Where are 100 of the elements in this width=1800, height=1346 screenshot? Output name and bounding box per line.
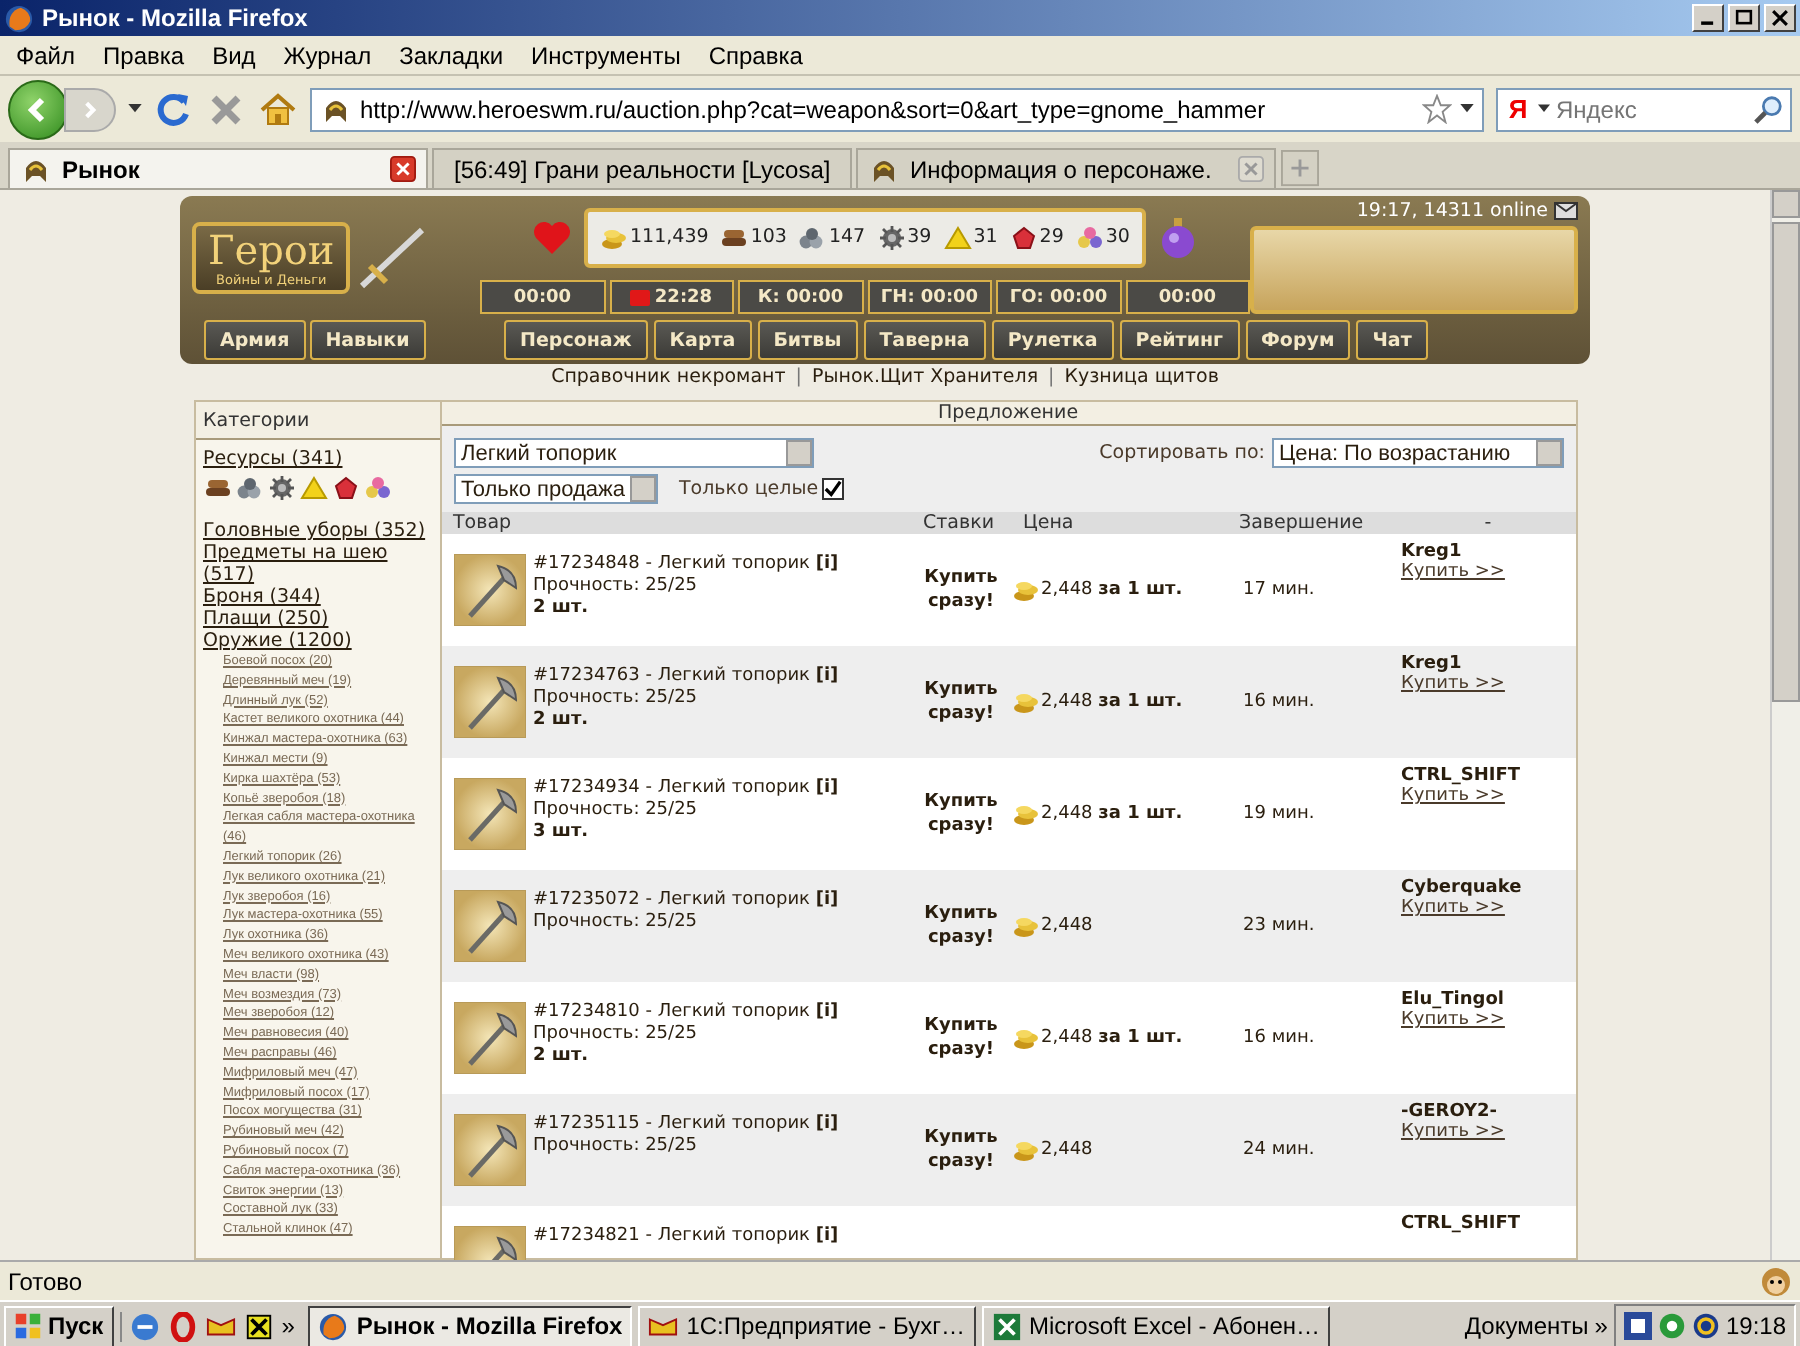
category-link[interactable]: Ресурсы (341)	[203, 448, 431, 470]
buy-link[interactable]: Купить >>	[1401, 562, 1575, 582]
axe-icon[interactable]	[453, 554, 525, 626]
seller-name[interactable]: CTRL_SHIFT	[1401, 766, 1575, 786]
menu-item[interactable]: Журнал	[283, 41, 372, 69]
back-button[interactable]	[8, 79, 68, 139]
maximize-icon[interactable]	[1728, 4, 1760, 32]
menu-item[interactable]: Закладки	[399, 41, 504, 69]
taskbar-button[interactable]: Рынок - Mozilla Firefox	[308, 1305, 633, 1346]
nav-button[interactable]: Карта	[653, 320, 752, 360]
category-link[interactable]: Предметы на шею (517)	[203, 542, 431, 586]
sale-select[interactable]: Только продажа	[453, 474, 659, 504]
dropdown-arrow-icon[interactable]	[1460, 104, 1474, 114]
search-icon[interactable]	[1754, 94, 1784, 124]
seller-name[interactable]: Kreg1	[1401, 654, 1575, 674]
seller-name[interactable]: Cyberquake	[1401, 878, 1575, 898]
search-engine-logo[interactable]: Я	[1504, 94, 1532, 124]
browser-tab[interactable]: Рынок	[8, 148, 428, 188]
search-box[interactable]: Я Яндекс	[1496, 87, 1792, 131]
sort-select[interactable]: Цена: По возрастанию	[1271, 438, 1563, 468]
reload-icon[interactable]	[154, 89, 194, 129]
coins-icon	[1011, 690, 1039, 714]
checkbox[interactable]	[822, 478, 845, 500]
seller-name[interactable]: -GEROY2-	[1401, 1102, 1575, 1122]
item-title[interactable]: #17234934 - Легкий топорик [i]	[533, 778, 839, 800]
time-left: 16 мин.	[1241, 692, 1317, 712]
scrollbar[interactable]	[1770, 190, 1800, 1260]
dropdown-arrow-icon[interactable]	[1538, 104, 1550, 114]
address-field[interactable]: http://www.heroeswm.ru/auction.php?cat=weapon&sort=0&art_type=gnome_hammer	[310, 87, 1484, 131]
nav-button[interactable]: Чат	[1356, 320, 1428, 360]
monkey-face-icon[interactable]	[1760, 1265, 1792, 1297]
envelope-icon[interactable]	[1554, 202, 1578, 220]
category-link[interactable]: Головные уборы (352)	[203, 520, 431, 542]
timer: 00:00	[480, 280, 605, 314]
close-icon[interactable]	[1764, 4, 1796, 32]
coins-icon	[600, 225, 629, 249]
item-title[interactable]: #17234821 - Легкий топорик [i]	[533, 1226, 839, 1248]
axe-icon[interactable]	[453, 1002, 525, 1074]
seller-name[interactable]: CTRL_SHIFT	[1401, 1214, 1575, 1234]
nav-button[interactable]: Форум	[1245, 320, 1351, 360]
language-icon[interactable]	[1623, 1312, 1652, 1340]
nav-button[interactable]: Навыки	[309, 320, 426, 360]
tray-app-icon[interactable]	[1691, 1312, 1720, 1340]
nav-button[interactable]: Рейтинг	[1119, 320, 1240, 360]
browser-icon[interactable]	[129, 1311, 160, 1341]
nav-button[interactable]: Персонаж	[504, 320, 648, 360]
nav-button[interactable]: Рулетка	[991, 320, 1114, 360]
nav-button[interactable]: Битвы	[757, 320, 858, 360]
axe-icon[interactable]	[453, 1114, 525, 1186]
opera-icon[interactable]	[167, 1311, 198, 1341]
more-chevron[interactable]: »	[1594, 1312, 1608, 1340]
more-chevron[interactable]: »	[281, 1312, 295, 1340]
axe-icon[interactable]	[453, 778, 525, 850]
browser-tab[interactable]: [56:49] Грани реальности [Lycosa]	[432, 148, 852, 188]
buy-link[interactable]: Купить >>	[1401, 1010, 1575, 1030]
page-link[interactable]: Кузница щитов	[1064, 366, 1219, 388]
buy-link[interactable]: Купить >>	[1401, 786, 1575, 806]
category-link[interactable]: Плащи (250)	[203, 608, 431, 630]
item-title[interactable]: #17234848 - Легкий топорик [i]	[533, 554, 839, 576]
item-title[interactable]: #17235115 - Легкий топорик [i]	[533, 1114, 839, 1136]
potion-icon[interactable]	[1157, 215, 1198, 259]
menu-item[interactable]: Инструменты	[531, 41, 681, 69]
menu-item[interactable]: Правка	[103, 41, 185, 69]
home-icon[interactable]	[258, 89, 298, 129]
axe-icon[interactable]	[453, 890, 525, 962]
buy-now-label: Купить сразу!	[922, 566, 1000, 614]
item-title[interactable]: #17234810 - Легкий топорик [i]	[533, 1002, 839, 1024]
nav-button[interactable]: Армия	[204, 320, 306, 360]
category-link[interactable]: Броня (344)	[203, 586, 431, 608]
page-link[interactable]: Справочник некромант	[551, 366, 786, 388]
item-title[interactable]: #17234763 - Легкий топорик [i]	[533, 666, 839, 688]
spreadsheet-icon	[991, 1311, 1022, 1341]
start-button[interactable]: Пуск	[4, 1305, 114, 1346]
buy-link[interactable]: Купить >>	[1401, 898, 1575, 918]
item-select[interactable]: Легкий топорик	[453, 438, 813, 468]
menu-item[interactable]: Файл	[16, 41, 76, 69]
item-price: 2,448	[1041, 916, 1093, 936]
timer: 00:00	[1125, 280, 1250, 314]
axe-icon[interactable]	[453, 666, 525, 738]
taskbar-button[interactable]: 1С:Предприятие - Бухг…	[638, 1305, 976, 1346]
minimize-icon[interactable]	[1692, 4, 1724, 32]
star-icon[interactable]	[1422, 94, 1452, 124]
seller-name[interactable]: Kreg1	[1401, 542, 1575, 562]
seller-name[interactable]: Elu_Tingol	[1401, 990, 1575, 1010]
menu-item[interactable]: Справка	[708, 41, 803, 69]
taskbar-button[interactable]: Microsoft Excel - Абонен…	[981, 1305, 1331, 1346]
app-icon[interactable]	[243, 1311, 274, 1341]
buy-link[interactable]: Купить >>	[1401, 1122, 1575, 1142]
item-title[interactable]: #17235072 - Легкий топорик [i]	[533, 890, 839, 912]
menu-item[interactable]: Вид	[212, 41, 256, 69]
tray-app-icon[interactable]	[1657, 1312, 1686, 1340]
page-link[interactable]: Рынок.Щит Хранителя	[812, 366, 1039, 388]
crystal-icon	[331, 476, 359, 500]
nav-button[interactable]: Таверна	[863, 320, 986, 360]
browser-tab[interactable]: Информация о персонаже.	[856, 148, 1276, 188]
toolbar-label[interactable]: Документы	[1464, 1312, 1589, 1340]
close-tab-icon[interactable]	[390, 156, 416, 182]
dropdown-arrow-icon[interactable]	[128, 104, 142, 114]
category-link[interactable]: Оружие (1200)	[203, 630, 431, 652]
buy-link[interactable]: Купить >>	[1401, 674, 1575, 694]
